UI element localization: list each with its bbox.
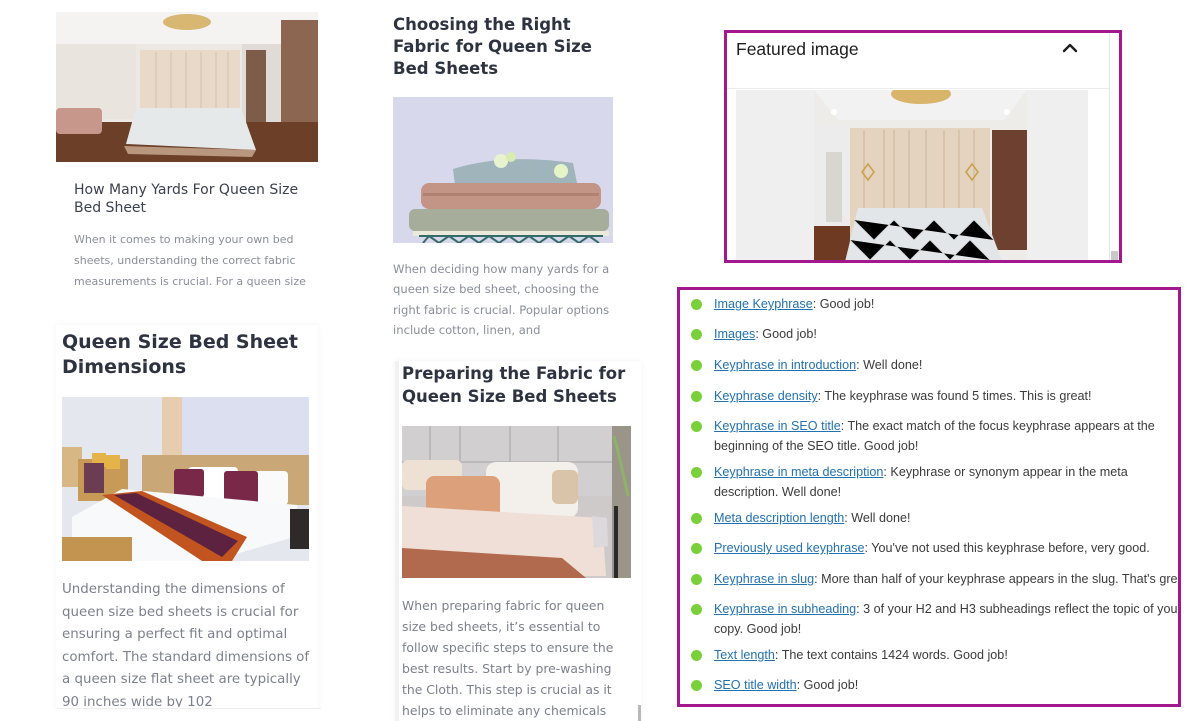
seo-check-link[interactable]: Keyphrase in SEO title <box>714 419 841 433</box>
section-body-text: When preparing fabric for queen size bed… <box>402 598 614 718</box>
seo-check-message: : Well done! <box>844 511 911 525</box>
hotel-bed-with-runner-image <box>62 397 309 561</box>
seo-result-text: Text length: The text contains 1424 word… <box>714 645 1178 665</box>
status-good-bullet-icon <box>691 391 702 402</box>
folded-fabric-stack-image <box>393 97 613 243</box>
panel-divider <box>727 88 1109 89</box>
scrollbar-thumb[interactable] <box>1111 251 1118 260</box>
seo-result-text: Keyphrase in slug: More than half of you… <box>714 569 1181 589</box>
featured-image-preview[interactable] <box>736 90 1088 260</box>
seo-result-text: Keyphrase in introduction: Well done! <box>714 355 1178 375</box>
seo-check-link[interactable]: Images <box>714 327 755 341</box>
collapse-panel-button[interactable] <box>1058 37 1082 59</box>
seo-check-link[interactable]: Meta description length <box>714 511 844 525</box>
bedroom-quilted-bed-image <box>56 12 318 162</box>
card-bottom-edge <box>56 708 321 721</box>
panel-scroll-track <box>1109 33 1110 260</box>
section-heading: Preparing the Fabric for Queen Size Bed … <box>402 364 626 406</box>
seo-check-message: : Well done! <box>856 358 923 372</box>
status-good-bullet-icon <box>691 604 702 615</box>
status-good-bullet-icon <box>691 680 702 691</box>
status-good-bullet-icon <box>691 360 702 371</box>
status-good-bullet-icon <box>691 650 702 661</box>
section-heading: Queen Size Bed Sheet Dimensions <box>62 331 298 378</box>
featured-image-panel: Featured image <box>724 30 1122 263</box>
seo-result-text: Keyphrase density: The keyphrase was fou… <box>714 386 1178 406</box>
status-good-bullet-icon <box>691 513 702 524</box>
article-excerpt: When deciding how many yards for a queen… <box>393 262 610 338</box>
article-image-fabric-stack[interactable] <box>393 97 613 243</box>
panel-title: Featured image <box>736 39 859 59</box>
seo-result-text: Images: Good job! <box>714 324 1178 344</box>
article-image-hotel-bed[interactable] <box>62 397 309 561</box>
seo-check-link[interactable]: Keyphrase in meta description <box>714 465 883 479</box>
status-good-bullet-icon <box>691 467 702 478</box>
seo-check-message: : More than half of your keyphrase appea… <box>814 572 1181 586</box>
article-image-pillows-bed[interactable] <box>402 426 631 578</box>
seo-check-link[interactable]: Keyphrase in subheading <box>714 602 856 616</box>
bed-with-pillows-image <box>402 426 631 578</box>
section-body-text: Understanding the dimensions of queen si… <box>62 582 310 707</box>
seo-analysis-panel: Image Keyphrase: Good job! Images: Good j… <box>677 287 1181 707</box>
seo-result-text: Image Keyphrase: Good job! <box>714 294 1178 314</box>
seo-check-message: : The text contains 1424 words. Good job… <box>774 648 1008 662</box>
article-image-bedroom[interactable] <box>56 12 318 162</box>
seo-check-link[interactable]: Text length <box>714 648 775 662</box>
card-left-edge <box>395 361 399 721</box>
seo-check-message: : You've not used this keyphrase before,… <box>864 541 1150 555</box>
seo-result-text: Meta description length: Well done! <box>714 508 1178 528</box>
scrollbar-thumb[interactable] <box>638 705 641 721</box>
seo-check-message: : Good job! <box>796 678 859 692</box>
article-excerpt: When it comes to making your own bed she… <box>74 233 306 288</box>
seo-check-message: : The keyphrase was found 5 times. This … <box>817 389 1092 403</box>
seo-check-link[interactable]: SEO title width <box>714 678 797 692</box>
seo-result-text: SEO title width: Good job! <box>714 675 1178 695</box>
seo-check-link[interactable]: Previously used keyphrase <box>714 541 865 555</box>
seo-result-text: Keyphrase in SEO title: The exact match … <box>714 416 1178 456</box>
status-good-bullet-icon <box>691 329 702 340</box>
seo-check-message: : Good job! <box>812 297 875 311</box>
seo-check-link[interactable]: Keyphrase in slug <box>714 572 814 586</box>
chevron-up-icon <box>1062 43 1078 53</box>
seo-result-text: Keyphrase in meta description: Keyphrase… <box>714 462 1178 502</box>
status-good-bullet-icon <box>691 543 702 554</box>
article-title[interactable]: Choosing the Right Fabric for Queen Size… <box>393 14 613 80</box>
article-title[interactable]: How Many Yards For Queen Size Bed Sheet <box>74 181 304 217</box>
seo-check-link[interactable]: Keyphrase in introduction <box>714 358 856 372</box>
seo-check-link[interactable]: Image Keyphrase <box>714 297 813 311</box>
status-good-bullet-icon <box>691 574 702 585</box>
status-good-bullet-icon <box>691 299 702 310</box>
status-good-bullet-icon <box>691 421 702 432</box>
seo-check-link[interactable]: Keyphrase density <box>714 389 818 403</box>
bedroom-front-view-image <box>814 90 1027 260</box>
seo-result-text: Keyphrase in subheading: 3 of your H2 an… <box>714 599 1178 639</box>
seo-result-text: Previously used keyphrase: You've not us… <box>714 538 1178 558</box>
featured-image-thumbnail[interactable] <box>814 90 1027 260</box>
seo-check-message: : Good job! <box>755 327 817 341</box>
